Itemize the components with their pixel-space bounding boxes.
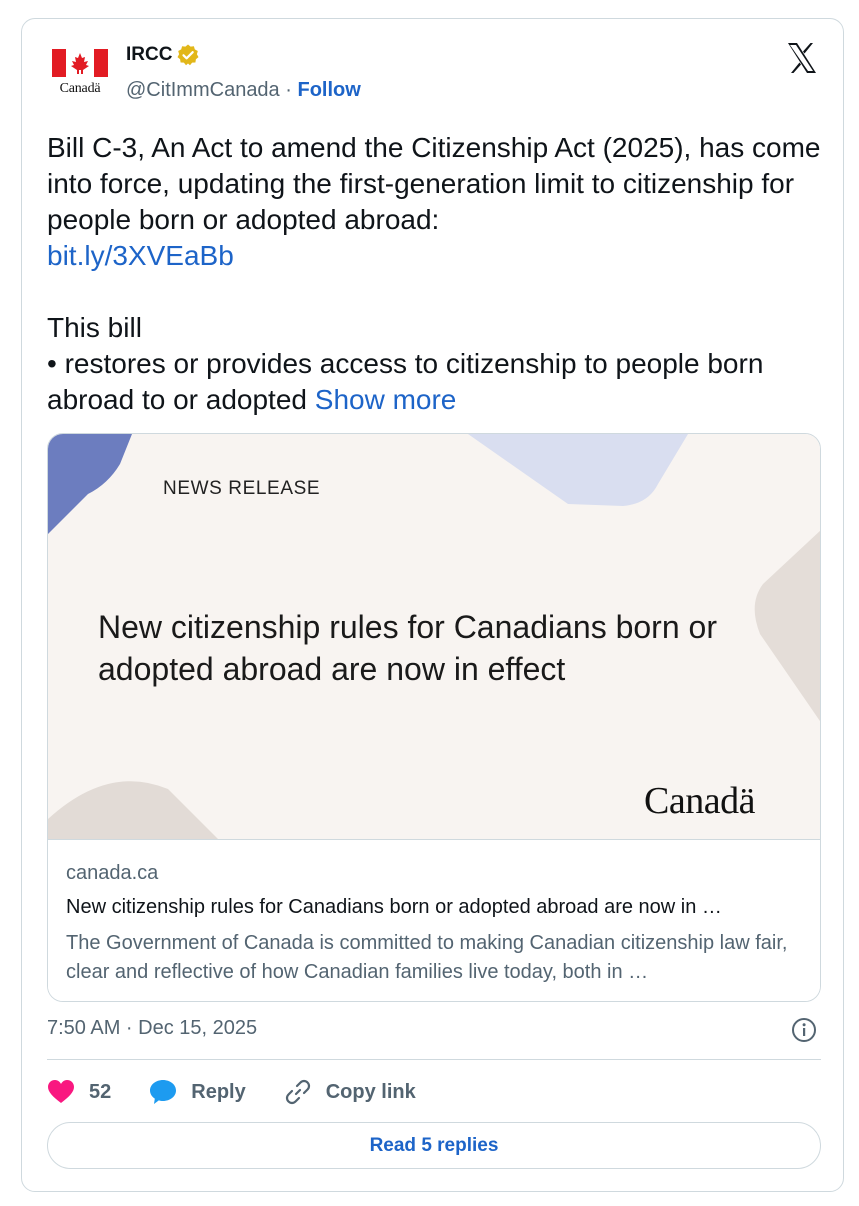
action-bar: 52 Reply Copy link <box>47 1077 454 1107</box>
reply-button[interactable]: Reply <box>149 1079 246 1105</box>
avatar[interactable]: Canadä <box>48 39 112 103</box>
preview-meta[interactable]: canada.ca New citizenship rules for Cana… <box>48 839 820 1001</box>
canada-flag-icon <box>52 49 108 77</box>
read-replies-button[interactable]: Read 5 replies <box>47 1122 821 1169</box>
reply-bubble-icon <box>150 1080 177 1104</box>
author-name-row: IRCC <box>126 43 200 67</box>
author-handle-row: @CitImmCanada · Follow <box>126 79 361 102</box>
tweet-link[interactable]: bit.ly/3XVEaBb <box>47 240 234 271</box>
reply-label: Reply <box>191 1080 246 1103</box>
link-icon <box>285 1079 310 1105</box>
link-preview-card[interactable]: NEWS RELEASE New citizenship rules for C… <box>47 433 821 1002</box>
preview-headline: New citizenship rules for Canadians born… <box>98 609 717 687</box>
canada-wordmark: Canadä <box>644 780 755 822</box>
copy-link-label: Copy link <box>325 1080 416 1103</box>
follow-button[interactable]: Follow <box>297 79 360 101</box>
tweet-text: Bill C-3, An Act to amend the Citizenshi… <box>47 130 827 418</box>
copy-link-button[interactable]: Copy link <box>284 1078 416 1106</box>
like-button[interactable]: 52 <box>47 1079 111 1105</box>
divider <box>47 1059 821 1060</box>
preview-title: New citizenship rules for Canadians born… <box>66 896 722 918</box>
handle-separator: · <box>285 79 292 101</box>
verified-badge-icon <box>177 44 199 66</box>
avatar-wordmark: Canadä <box>59 81 101 96</box>
x-logo-icon[interactable] <box>785 41 819 75</box>
preview-domain: canada.ca <box>66 862 159 884</box>
preview-description: The Government of Canada is committed to… <box>66 932 788 983</box>
author-handle[interactable]: @CitImmCanada <box>126 79 280 101</box>
tweet-timestamp[interactable]: 7:50 AM · Dec 15, 2025 <box>47 1017 257 1040</box>
preview-image[interactable]: NEWS RELEASE New citizenship rules for C… <box>48 434 820 839</box>
like-count: 52 <box>89 1080 112 1103</box>
heart-icon <box>48 1080 74 1103</box>
tweet-text-intro: Bill C-3, An Act to amend the Citizenshi… <box>47 132 821 235</box>
tweet-card: Canadä IRCC @CitImmCanada · Follow Bill … <box>21 18 844 1192</box>
author-name[interactable]: IRCC <box>126 44 172 66</box>
show-more-link[interactable]: Show more <box>315 384 457 415</box>
info-icon[interactable] <box>791 1017 817 1043</box>
news-release-label: NEWS RELEASE <box>163 478 321 499</box>
